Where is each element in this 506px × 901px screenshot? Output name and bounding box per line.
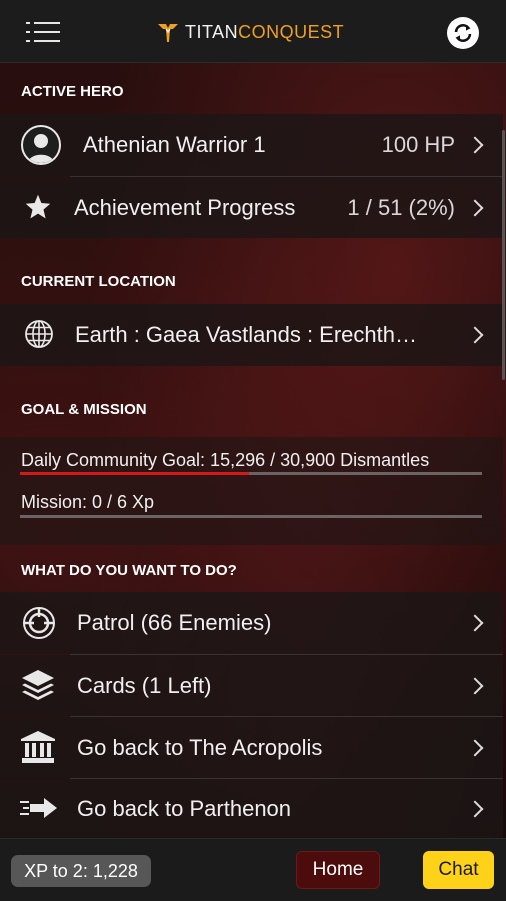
- achievement-value: 1 / 51 (2%): [347, 194, 455, 220]
- home-button[interactable]: Home: [296, 851, 380, 889]
- avatar-icon: [21, 125, 61, 165]
- layers-icon: [22, 670, 54, 700]
- dash-arrow-icon: [20, 798, 57, 818]
- chevron-right-icon: [466, 614, 484, 632]
- chevron-right-icon: [466, 136, 484, 154]
- action-row-acropolis[interactable]: Go back to The Acropolis: [0, 717, 503, 778]
- action-row-patrol[interactable]: Patrol (66 Enemies): [0, 592, 503, 654]
- section-heading-active-hero: ACTIVE HERO: [21, 83, 124, 100]
- globe-icon: [25, 320, 53, 348]
- titan-emblem-icon: [158, 24, 178, 42]
- hero-row[interactable]: Athenian Warrior 1 100 HP: [0, 114, 503, 176]
- chat-button[interactable]: Chat: [423, 851, 494, 889]
- location-value: Earth : Gaea Vastlands : Erechth…: [75, 322, 417, 347]
- chevron-right-icon: [466, 199, 484, 216]
- achievement-row[interactable]: Achievement Progress 1 / 51 (2%): [0, 177, 503, 238]
- bottom-bar: XP to 2: 1,228 Home Chat: [0, 838, 506, 901]
- action-row-cards[interactable]: Cards (1 Left): [0, 655, 503, 716]
- brand-logo: TITAN CONQUEST: [156, 19, 344, 45]
- action-label: Cards (1 Left): [77, 672, 212, 698]
- top-bar: TITAN CONQUEST: [0, 0, 506, 63]
- chevron-right-icon: [466, 800, 484, 817]
- refresh-icon[interactable]: [447, 17, 479, 49]
- star-icon: [25, 194, 51, 219]
- chevron-right-icon: [466, 326, 484, 344]
- scrollbar-thumb[interactable]: [502, 130, 505, 380]
- xp-badge: XP to 2: 1,228: [11, 855, 151, 887]
- temple-icon: [21, 731, 55, 763]
- daily-goal-progress-fill: [20, 472, 249, 475]
- action-label: Go back to The Acropolis: [77, 734, 323, 760]
- chevron-right-icon: [466, 677, 484, 694]
- hamburger-menu-icon[interactable]: [26, 20, 60, 44]
- action-label: Patrol (66 Enemies): [77, 610, 272, 635]
- action-row-parthenon[interactable]: Go back to Parthenon: [0, 779, 503, 838]
- action-label: Go back to Parthenon: [77, 795, 292, 821]
- brand-name-part1: TITAN: [185, 21, 239, 42]
- location-row[interactable]: Earth : Gaea Vastlands : Erechth…: [0, 304, 503, 366]
- section-heading-location: CURRENT LOCATION: [21, 273, 176, 290]
- achievement-label: Achievement Progress: [74, 194, 296, 220]
- chevron-right-icon: [466, 739, 484, 756]
- daily-goal-text[interactable]: Daily Community Goal: 15,296 / 30,900 Di…: [21, 450, 429, 471]
- mission-text[interactable]: Mission: 0 / 6 Xp: [21, 492, 154, 513]
- hero-name: Athenian Warrior 1: [83, 132, 266, 157]
- hero-hp: 100 HP: [381, 132, 455, 157]
- target-icon: [23, 607, 55, 639]
- daily-goal-progress-bar: [20, 472, 482, 475]
- section-heading-actions: WHAT DO YOU WANT TO DO?: [21, 562, 237, 579]
- section-heading-goal: GOAL & MISSION: [21, 401, 147, 418]
- main-content: ACTIVE HERO Athenian Warrior 1 100 HP Ac…: [0, 62, 506, 838]
- mission-progress-bar: [20, 515, 482, 518]
- brand-name-part2: CONQUEST: [238, 21, 345, 42]
